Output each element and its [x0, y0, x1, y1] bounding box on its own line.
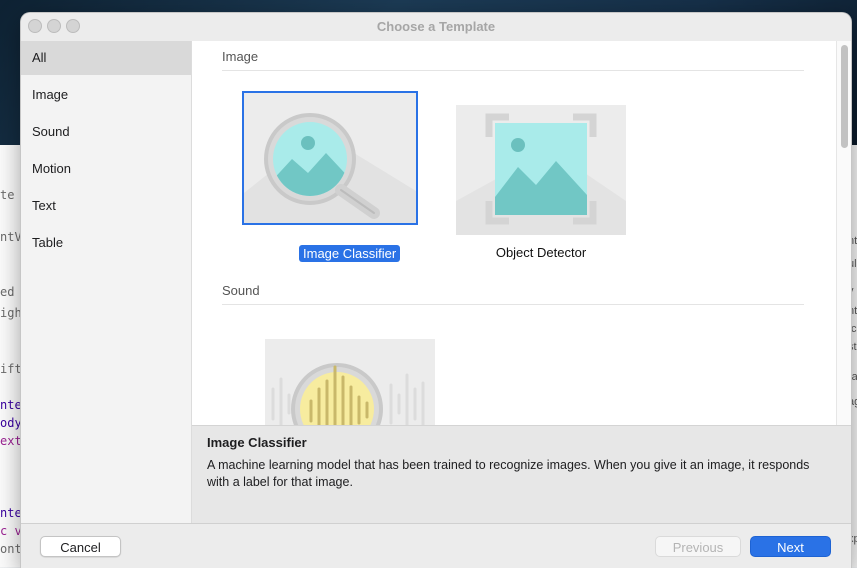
- next-button[interactable]: Next: [750, 536, 831, 557]
- window-title: Choose a Template: [376, 19, 496, 34]
- template-object-detector[interactable]: [456, 105, 626, 235]
- template-grid-scrollbar[interactable]: [836, 41, 851, 425]
- sidebar-item-image[interactable]: Image: [21, 78, 191, 112]
- code-fragment: nte: [0, 398, 22, 412]
- detail-description: A machine learning model that has been t…: [207, 458, 810, 489]
- template-image-classifier[interactable]: [242, 91, 418, 225]
- code-fragment: te: [0, 188, 15, 202]
- code-fragment: ext: [0, 434, 22, 448]
- title-bar: Choose a Template: [21, 13, 851, 41]
- section-title-image: Image: [222, 49, 259, 64]
- code-fragment: ift: [0, 362, 22, 376]
- template-sound-classifier[interactable]: [265, 339, 435, 425]
- code-fragment: ont: [0, 542, 22, 556]
- sidebar-item-sound[interactable]: Sound: [21, 115, 191, 149]
- code-fragment: ody: [0, 416, 22, 430]
- section-divider: [222, 70, 804, 71]
- template-label-object-detector[interactable]: Object Detector: [456, 245, 626, 260]
- cancel-button[interactable]: Cancel: [40, 536, 121, 557]
- sidebar-item-table[interactable]: Table: [21, 226, 191, 260]
- sidebar-item-all[interactable]: All: [21, 41, 191, 75]
- template-grid: Image Image Classifier Object Detector S…: [192, 41, 836, 425]
- section-title-sound: Sound: [222, 283, 260, 298]
- code-fragment: c v: [0, 524, 22, 538]
- template-chooser-window: Choose a Template All Image Sound Motion…: [20, 12, 852, 568]
- section-divider: [222, 304, 804, 305]
- scrollbar-thumb[interactable]: [841, 45, 848, 148]
- template-label-image-classifier[interactable]: Image Classifier: [299, 245, 401, 262]
- sidebar-item-text[interactable]: Text: [21, 189, 191, 223]
- dialog-footer: Cancel Previous Next: [21, 523, 851, 568]
- code-fragment: nte: [0, 506, 22, 520]
- code-fragment: ed: [0, 285, 15, 299]
- image-classifier-icon: [244, 113, 416, 223]
- sound-classifier-icon: [271, 363, 425, 425]
- detail-title: Image Classifier: [207, 435, 307, 450]
- object-detector-icon: [456, 113, 626, 235]
- previous-button[interactable]: Previous: [655, 536, 741, 557]
- code-fragment: igh: [0, 306, 22, 320]
- category-sidebar: All Image Sound Motion Text Table: [21, 41, 192, 523]
- template-detail-panel: Image Classifier A machine learning mode…: [192, 425, 851, 524]
- sidebar-item-motion[interactable]: Motion: [21, 152, 191, 186]
- code-fragment: ntV: [0, 230, 22, 244]
